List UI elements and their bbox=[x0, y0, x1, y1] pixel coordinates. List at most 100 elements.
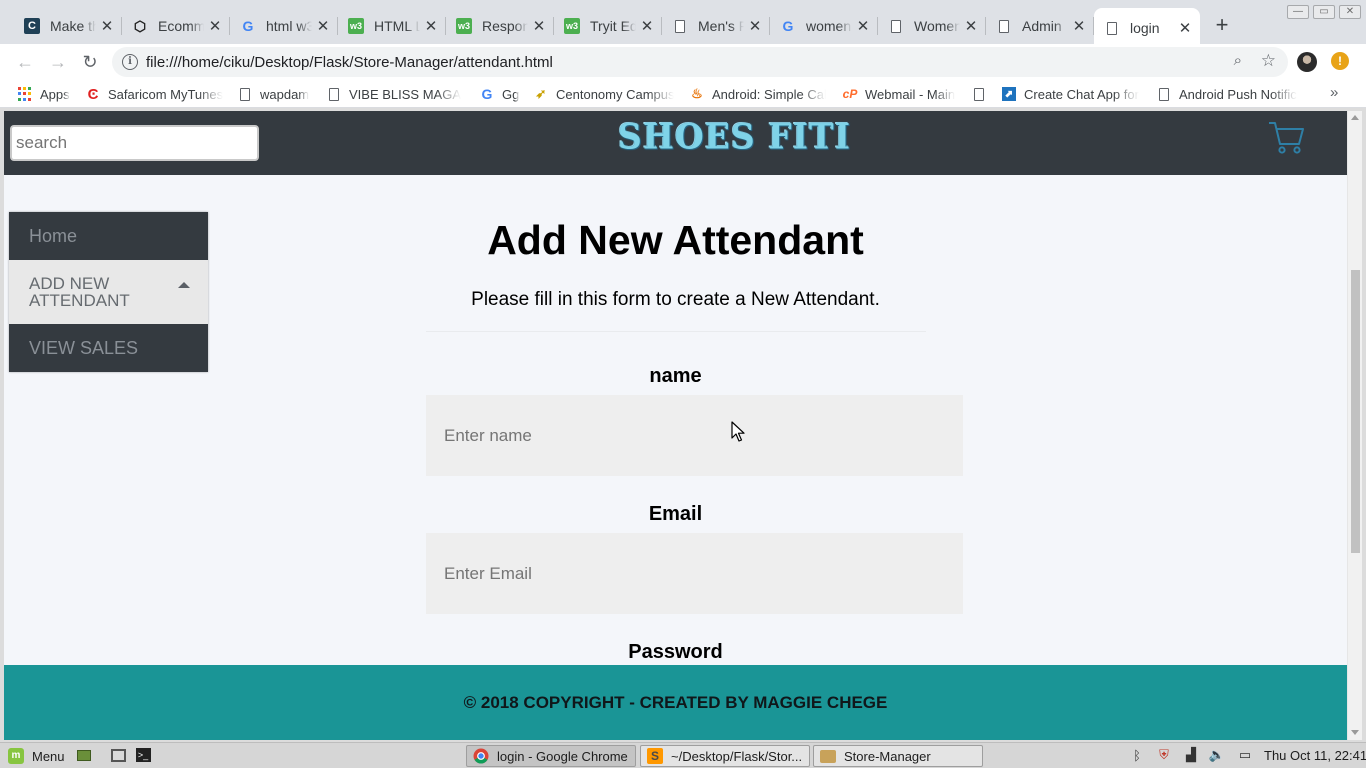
tab-title: Make th bbox=[50, 18, 96, 34]
terminal-launcher-icon[interactable]: >_ bbox=[135, 747, 151, 763]
bluetooth-icon[interactable]: ᛒ bbox=[1129, 747, 1145, 763]
update-alert-icon[interactable]: ! bbox=[1331, 52, 1349, 70]
close-icon[interactable]: ✕ bbox=[1178, 19, 1192, 37]
cart-icon[interactable] bbox=[1266, 117, 1306, 157]
tab-title: Ecommerce bbox=[158, 18, 204, 34]
google-icon: G bbox=[782, 18, 794, 34]
new-tab-button[interactable]: + bbox=[1210, 14, 1234, 38]
network-signal-icon[interactable]: ▟ bbox=[1183, 747, 1199, 763]
task-sublime[interactable]: S ~/Desktop/Flask/Stor... bbox=[640, 745, 810, 767]
bookmark-item[interactable]: cP Webmail - Main bbox=[843, 85, 961, 103]
clock[interactable]: Thu Oct 11, 22:41 bbox=[1264, 748, 1366, 763]
start-menu-button[interactable]: m Menu bbox=[8, 746, 65, 766]
bookmark-item[interactable]: wapdam bbox=[238, 85, 318, 103]
info-icon[interactable]: i bbox=[122, 54, 138, 70]
browser-tab[interactable]: Admin ✕ bbox=[986, 8, 1094, 44]
close-icon[interactable]: ✕ bbox=[640, 17, 654, 35]
maximize-button[interactable]: ▭ bbox=[1313, 5, 1335, 19]
close-icon[interactable]: ✕ bbox=[856, 17, 870, 35]
codepen-icon: ⬡ bbox=[133, 17, 147, 34]
tab-title: login bbox=[1130, 20, 1160, 36]
window-close-button[interactable]: ✕ bbox=[1339, 5, 1361, 19]
email-label: Email bbox=[648, 503, 703, 525]
close-icon[interactable]: ✕ bbox=[100, 17, 114, 35]
java-icon: ♨ bbox=[691, 86, 703, 101]
back-arrow-icon[interactable]: ← bbox=[14, 51, 36, 73]
divider bbox=[426, 331, 926, 332]
folder-icon bbox=[820, 749, 836, 763]
page-icon bbox=[972, 87, 986, 101]
bookmark-item[interactable]: ♨ Android: Simple Calc bbox=[690, 85, 826, 103]
task-chrome[interactable]: login - Google Chrome bbox=[466, 745, 636, 767]
form-subtitle: Please fill in this form to create a New… bbox=[471, 289, 880, 310]
name-field[interactable] bbox=[426, 395, 963, 476]
browser-tab[interactable]: w3 HTML List ✕ bbox=[338, 8, 446, 44]
bookmark-apps[interactable]: Apps bbox=[18, 85, 70, 103]
tab-title: HTML List bbox=[374, 18, 420, 34]
volume-icon[interactable]: 🔈 bbox=[1209, 747, 1225, 763]
name-label: name bbox=[649, 365, 702, 387]
menu-label: Menu bbox=[32, 748, 65, 764]
file-manager-launcher-icon[interactable] bbox=[110, 747, 126, 763]
browser-tab[interactable]: C Make th ✕ bbox=[14, 8, 122, 44]
close-icon[interactable]: ✕ bbox=[316, 17, 330, 35]
centonomy-icon: ➶ bbox=[535, 86, 547, 101]
footer-copyright: © 2018 COPYRIGHT - CREATED BY MAGGIE CHE… bbox=[463, 692, 888, 712]
close-icon[interactable]: ✕ bbox=[1072, 17, 1086, 35]
tab-title: html w3 bbox=[266, 18, 312, 34]
browser-tab[interactable]: w3 Responsive ✕ bbox=[446, 8, 554, 44]
email-field[interactable] bbox=[426, 533, 963, 614]
bookmark-star-icon[interactable]: ☆ bbox=[1261, 51, 1276, 71]
bookmark-item[interactable]: VIBE BLISS MAGAZINE bbox=[327, 85, 461, 103]
w3-icon: w3 bbox=[348, 18, 364, 34]
show-desktop-icon[interactable] bbox=[76, 747, 92, 763]
close-icon[interactable]: ✕ bbox=[208, 17, 222, 35]
close-icon[interactable]: ✕ bbox=[748, 17, 762, 35]
site-footer: © 2018 COPYRIGHT - CREATED BY MAGGIE CHE… bbox=[4, 665, 1347, 740]
shield-icon[interactable]: ⛨ bbox=[1156, 747, 1172, 763]
tab-title: Tryit Editor bbox=[590, 18, 636, 34]
address-url[interactable]: file:///home/ciku/Desktop/Flask/Store-Ma… bbox=[146, 54, 553, 71]
profile-avatar[interactable] bbox=[1297, 52, 1317, 72]
w3-icon: w3 bbox=[564, 18, 580, 34]
os-taskbar: m Menu >_ login - Google Chrome S ~/Desk… bbox=[0, 742, 1366, 768]
site-logo[interactable]: SHOES FITI bbox=[618, 116, 851, 157]
bookmark-item[interactable]: Android Push Notific bbox=[1157, 85, 1297, 103]
browser-tab[interactable]: Women ✕ bbox=[878, 8, 986, 44]
browser-tab[interactable]: G women ✕ bbox=[770, 8, 878, 44]
bookmark-item[interactable]: Ͼ Safaricom MyTunes bbox=[86, 85, 234, 103]
reload-icon[interactable]: ↻ bbox=[79, 51, 101, 73]
minimize-button[interactable]: — bbox=[1287, 5, 1309, 19]
battery-icon[interactable]: ▭ bbox=[1237, 747, 1253, 763]
task-file-manager[interactable]: Store-Manager bbox=[813, 745, 983, 767]
tab-title: Admin bbox=[1022, 18, 1062, 34]
browser-tab[interactable]: ⬡ Ecommerce ✕ bbox=[122, 8, 230, 44]
bookmark-item[interactable]: G Gg bbox=[480, 85, 524, 103]
forward-arrow-icon[interactable]: → bbox=[47, 51, 69, 73]
browser-tab-active[interactable]: login ✕ bbox=[1094, 8, 1200, 48]
search-input[interactable] bbox=[10, 125, 259, 161]
bookmark-item[interactable]: ➶ Centonomy Campus bbox=[534, 85, 674, 103]
page-scrollbar[interactable] bbox=[1347, 111, 1362, 740]
scroll-up-icon[interactable] bbox=[1351, 115, 1359, 120]
close-icon[interactable]: ✕ bbox=[424, 17, 438, 35]
safaricom-icon: Ͼ bbox=[87, 85, 99, 103]
close-icon[interactable]: ✕ bbox=[532, 17, 546, 35]
close-icon[interactable]: ✕ bbox=[964, 17, 978, 35]
browser-tab[interactable]: w3 Tryit Editor ✕ bbox=[554, 8, 662, 44]
bookmark-item[interactable]: ⬈ Create Chat App for bbox=[1002, 85, 1142, 103]
tab-title: Men's F bbox=[698, 18, 744, 34]
browser-tab[interactable]: Men's F ✕ bbox=[662, 8, 770, 44]
codecademy-icon: C bbox=[24, 18, 40, 34]
browser-tab[interactable]: G html w3 ✕ bbox=[230, 8, 338, 44]
address-bar[interactable]: i file:///home/ciku/Desktop/Flask/Store-… bbox=[112, 47, 1288, 77]
sidebar-item-label: VIEW SALES bbox=[29, 337, 139, 358]
cpanel-icon: cP bbox=[843, 87, 858, 101]
scroll-down-icon[interactable] bbox=[1351, 730, 1359, 735]
bookmarks-bar: Apps Ͼ Safaricom MyTunes wapdam VIBE BLI… bbox=[0, 80, 1366, 108]
zoom-icon[interactable]: ⌕ bbox=[1234, 52, 1242, 69]
scrollbar-thumb[interactable] bbox=[1351, 270, 1360, 553]
more-bookmarks-icon[interactable]: » bbox=[1330, 84, 1338, 101]
browser-toolbar: ← → ↻ i file:///home/ciku/Desktop/Flask/… bbox=[0, 44, 1366, 80]
bookmark-item[interactable] bbox=[972, 85, 992, 103]
